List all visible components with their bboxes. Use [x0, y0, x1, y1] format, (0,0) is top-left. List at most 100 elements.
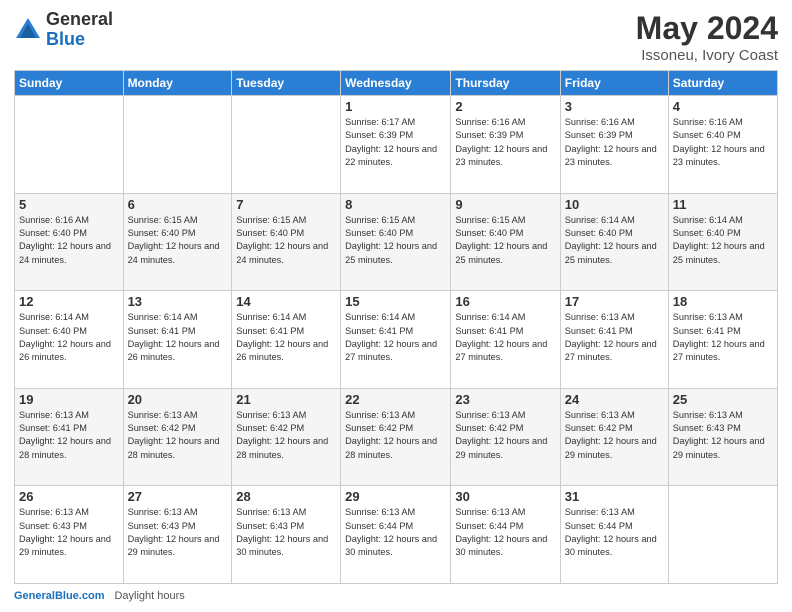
footer-daylight: Daylight hours — [114, 590, 184, 602]
calendar-cell: 18Sunrise: 6:13 AM Sunset: 6:41 PM Dayli… — [668, 291, 777, 389]
day-info: Sunrise: 6:15 AM Sunset: 6:40 PM Dayligh… — [345, 214, 446, 267]
page: General Blue May 2024 Issoneu, Ivory Coa… — [0, 0, 792, 612]
calendar-cell — [232, 96, 341, 194]
day-number: 19 — [19, 392, 119, 407]
day-info: Sunrise: 6:13 AM Sunset: 6:42 PM Dayligh… — [128, 409, 228, 462]
calendar-cell: 24 Sunrise: 6:13 AM Sunset: 6:42 PM Dayli… — [560, 388, 668, 486]
calendar-cell: 7Sunrise: 6:15 AM Sunset: 6:40 PM Daylig… — [232, 193, 341, 291]
calendar-header-cell: Wednesday — [341, 71, 451, 96]
logo-text: General Blue — [46, 10, 113, 50]
day-number: 14 — [236, 294, 336, 309]
day-info: Sunrise: 6:13 AM Sunset: 6:42 PM Dayligh… — [345, 409, 446, 462]
day-info: Sunrise: 6:13 AM Sunset: 6:43 PM Dayligh… — [19, 506, 119, 559]
day-info: Sunrise: 6:14 AM Sunset: 6:40 PM Dayligh… — [673, 214, 773, 267]
day-info: Sunrise: 6:14 AM Sunset: 6:41 PM Dayligh… — [236, 311, 336, 364]
calendar-cell: 2 Sunrise: 6:16 AM Sunset: 6:39 PM Daylig… — [451, 96, 560, 194]
day-info: Sunrise: 6:15 AM Sunset: 6:40 PM Dayligh… — [128, 214, 228, 267]
day-info: Sunrise: 6:14 AM Sunset: 6:41 PM Dayligh… — [455, 311, 555, 364]
day-number: 28 — [236, 489, 336, 504]
day-number: 30 — [455, 489, 555, 504]
day-info: Sunrise: 6:13 AM Sunset: 6:44 PM Dayligh… — [455, 506, 555, 559]
calendar-cell: 9Sunrise: 6:15 AM Sunset: 6:40 PM Daylig… — [451, 193, 560, 291]
calendar-cell: 4 Sunrise: 6:16 AM Sunset: 6:40 PM Daylig… — [668, 96, 777, 194]
calendar-cell: 19 Sunrise: 6:13 AM Sunset: 6:41 PM Dayli… — [15, 388, 124, 486]
day-number: 3 — [565, 99, 664, 114]
calendar-week-row: 5Sunrise: 6:16 AM Sunset: 6:40 PM Daylig… — [15, 193, 778, 291]
day-number: 2 — [455, 99, 555, 114]
day-number: 16 — [455, 294, 555, 309]
day-number: 26 — [19, 489, 119, 504]
logo-blue: Blue — [46, 30, 113, 50]
day-number: 20 — [128, 392, 228, 407]
day-number: 8 — [345, 197, 446, 212]
calendar-cell: 29Sunrise: 6:13 AM Sunset: 6:44 PM Dayli… — [341, 486, 451, 584]
calendar-header-row: SundayMondayTuesdayWednesdayThursdayFrid… — [15, 71, 778, 96]
calendar-cell: 16 Sunrise: 6:14 AM Sunset: 6:41 PM Dayli… — [451, 291, 560, 389]
day-info: Sunrise: 6:14 AM Sunset: 6:41 PM Dayligh… — [128, 311, 228, 364]
calendar-header-cell: Thursday — [451, 71, 560, 96]
day-number: 22 — [345, 392, 446, 407]
calendar-header-cell: Friday — [560, 71, 668, 96]
calendar-cell: 1Sunrise: 6:17 AM Sunset: 6:39 PM Daylig… — [341, 96, 451, 194]
calendar-cell: 23 Sunrise: 6:13 AM Sunset: 6:42 PM Dayli… — [451, 388, 560, 486]
main-title: May 2024 — [636, 10, 778, 47]
calendar-cell: 13 Sunrise: 6:14 AM Sunset: 6:41 PM Dayli… — [123, 291, 232, 389]
day-info: Sunrise: 6:13 AM Sunset: 6:42 PM Dayligh… — [455, 409, 555, 462]
calendar-cell: 6 Sunrise: 6:15 AM Sunset: 6:40 PM Daylig… — [123, 193, 232, 291]
day-info: Sunrise: 6:14 AM Sunset: 6:40 PM Dayligh… — [19, 311, 119, 364]
header: General Blue May 2024 Issoneu, Ivory Coa… — [14, 10, 778, 64]
day-number: 1 — [345, 99, 446, 114]
calendar-week-row: 1Sunrise: 6:17 AM Sunset: 6:39 PM Daylig… — [15, 96, 778, 194]
day-number: 24 — [565, 392, 664, 407]
day-info: Sunrise: 6:16 AM Sunset: 6:39 PM Dayligh… — [455, 116, 555, 169]
day-info: Sunrise: 6:13 AM Sunset: 6:43 PM Dayligh… — [673, 409, 773, 462]
calendar-cell: 10Sunrise: 6:14 AM Sunset: 6:40 PM Dayli… — [560, 193, 668, 291]
day-info: Sunrise: 6:13 AM Sunset: 6:42 PM Dayligh… — [236, 409, 336, 462]
day-number: 23 — [455, 392, 555, 407]
calendar-cell: 12Sunrise: 6:14 AM Sunset: 6:40 PM Dayli… — [15, 291, 124, 389]
calendar-header-cell: Monday — [123, 71, 232, 96]
day-number: 21 — [236, 392, 336, 407]
calendar-body: 1Sunrise: 6:17 AM Sunset: 6:39 PM Daylig… — [15, 96, 778, 584]
day-number: 6 — [128, 197, 228, 212]
calendar-cell: 3Sunrise: 6:16 AM Sunset: 6:39 PM Daylig… — [560, 96, 668, 194]
calendar-cell: 15Sunrise: 6:14 AM Sunset: 6:41 PM Dayli… — [341, 291, 451, 389]
day-info: Sunrise: 6:16 AM Sunset: 6:40 PM Dayligh… — [19, 214, 119, 267]
day-number: 9 — [455, 197, 555, 212]
calendar-cell: 14 Sunrise: 6:14 AM Sunset: 6:41 PM Dayli… — [232, 291, 341, 389]
day-info: Sunrise: 6:13 AM Sunset: 6:41 PM Dayligh… — [19, 409, 119, 462]
calendar-header-cell: Sunday — [15, 71, 124, 96]
calendar-cell: 8 Sunrise: 6:15 AM Sunset: 6:40 PM Daylig… — [341, 193, 451, 291]
day-info: Sunrise: 6:13 AM Sunset: 6:42 PM Dayligh… — [565, 409, 664, 462]
calendar-cell: 30 Sunrise: 6:13 AM Sunset: 6:44 PM Dayli… — [451, 486, 560, 584]
calendar-cell: 22 Sunrise: 6:13 AM Sunset: 6:42 PM Dayli… — [341, 388, 451, 486]
logo-general: General — [46, 10, 113, 30]
calendar-cell: 21 Sunrise: 6:13 AM Sunset: 6:42 PM Dayli… — [232, 388, 341, 486]
calendar-cell: 25 Sunrise: 6:13 AM Sunset: 6:43 PM Dayli… — [668, 388, 777, 486]
calendar-week-row: 12Sunrise: 6:14 AM Sunset: 6:40 PM Dayli… — [15, 291, 778, 389]
calendar-cell: 31 Sunrise: 6:13 AM Sunset: 6:44 PM Dayli… — [560, 486, 668, 584]
logo-icon — [14, 16, 42, 44]
calendar-cell: 17Sunrise: 6:13 AM Sunset: 6:41 PM Dayli… — [560, 291, 668, 389]
day-info: Sunrise: 6:13 AM Sunset: 6:43 PM Dayligh… — [236, 506, 336, 559]
day-number: 11 — [673, 197, 773, 212]
day-info: Sunrise: 6:16 AM Sunset: 6:40 PM Dayligh… — [673, 116, 773, 169]
footer: GeneralBlue.com Daylight hours — [14, 590, 778, 602]
calendar-cell — [123, 96, 232, 194]
calendar-header-cell: Tuesday — [232, 71, 341, 96]
calendar-cell: 28 Sunrise: 6:13 AM Sunset: 6:43 PM Dayli… — [232, 486, 341, 584]
title-block: May 2024 Issoneu, Ivory Coast — [636, 10, 778, 64]
day-info: Sunrise: 6:14 AM Sunset: 6:40 PM Dayligh… — [565, 214, 664, 267]
day-number: 25 — [673, 392, 773, 407]
day-info: Sunrise: 6:14 AM Sunset: 6:41 PM Dayligh… — [345, 311, 446, 364]
day-number: 31 — [565, 489, 664, 504]
subtitle: Issoneu, Ivory Coast — [636, 47, 778, 64]
footer-logo: GeneralBlue.com — [14, 590, 104, 602]
day-number: 17 — [565, 294, 664, 309]
day-number: 4 — [673, 99, 773, 114]
day-number: 13 — [128, 294, 228, 309]
day-info: Sunrise: 6:13 AM Sunset: 6:44 PM Dayligh… — [565, 506, 664, 559]
calendar-cell: 20 Sunrise: 6:13 AM Sunset: 6:42 PM Dayli… — [123, 388, 232, 486]
calendar-cell: 27Sunrise: 6:13 AM Sunset: 6:43 PM Dayli… — [123, 486, 232, 584]
calendar-cell — [668, 486, 777, 584]
